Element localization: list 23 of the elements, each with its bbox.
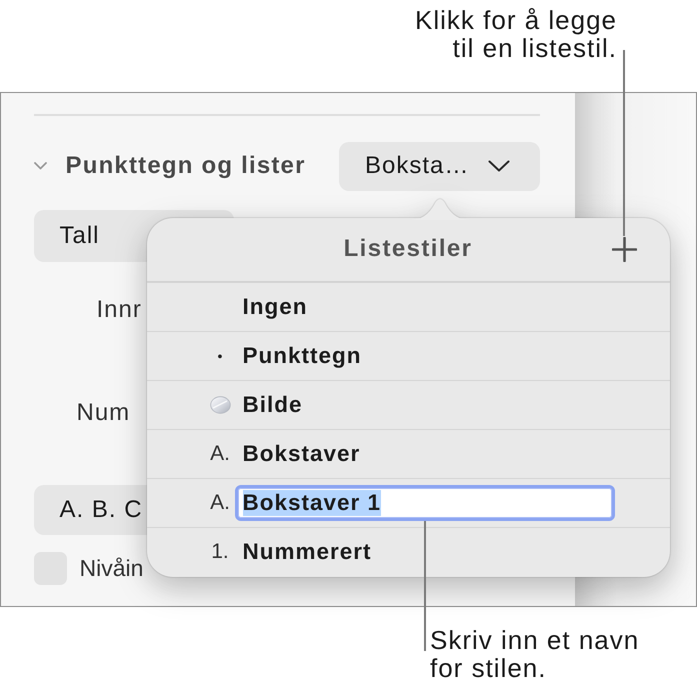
list-marker: A. [210, 490, 230, 514]
list-style-item[interactable]: Ingen [242, 294, 308, 320]
callout-text: Klikk for å legge til en listestil. [414, 6, 617, 62]
checkbox-label: Nivåin [80, 554, 144, 582]
list-style-button[interactable]: Boksta… [339, 142, 540, 190]
field-label: Innr [96, 294, 142, 324]
list-style-item[interactable]: Nummerert [242, 538, 372, 564]
list-style-item[interactable]: Punkttegn [242, 342, 362, 368]
field-label: Num [76, 398, 130, 428]
list-marker: A. [210, 442, 230, 466]
list-marker: 1. [211, 540, 229, 564]
list-style-item[interactable]: Bilde [242, 392, 303, 418]
callout-text: Skriv inn et navn for stilen. [430, 626, 640, 682]
bullet-marker: • [218, 348, 222, 364]
chevron-down-icon [488, 160, 510, 172]
popover-title: Listestiler [344, 235, 472, 263]
name-field[interactable]: Bokstaver 1 [234, 484, 614, 520]
add-button[interactable] [612, 236, 636, 262]
list-style-item[interactable]: Bokstaver [242, 440, 360, 466]
disc-icon [210, 396, 230, 414]
chevron-down-icon[interactable] [34, 162, 46, 170]
plus-icon [612, 236, 636, 262]
section-title: Punkttegn og lister [66, 152, 306, 180]
